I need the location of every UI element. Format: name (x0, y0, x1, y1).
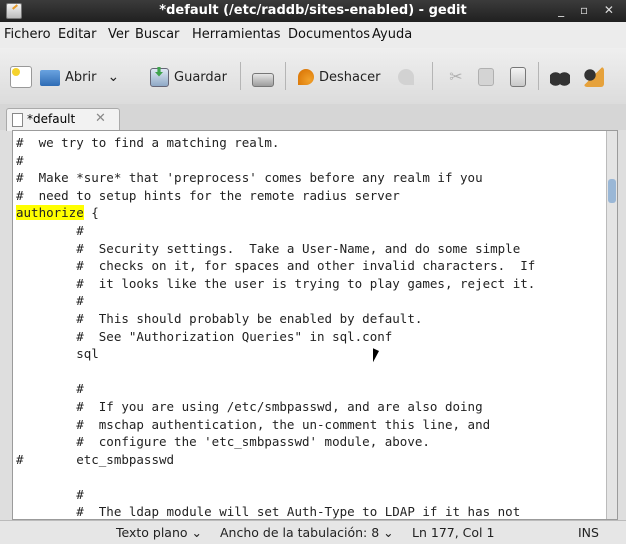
code-line[interactable]: # (16, 292, 535, 310)
window-title: *default (/etc/raddb/sites-enabled) - ge… (159, 3, 467, 18)
insert-mode: INS (578, 525, 599, 540)
code-line[interactable]: # Make *sure* that 'preprocess' comes be… (16, 169, 535, 187)
clipboard-icon (510, 67, 526, 87)
syntax-mode-selector[interactable]: Texto plano ⌄ (116, 525, 202, 540)
window-controls[interactable]: _ ▫ ✕ (558, 3, 620, 17)
code-line[interactable]: # (16, 380, 535, 398)
copy-button[interactable] (478, 65, 494, 89)
new-button[interactable] (10, 65, 32, 89)
undo-button[interactable]: Deshacer (298, 65, 380, 89)
code-line[interactable] (16, 468, 535, 486)
code-line[interactable]: # configure the 'etc_smbpasswd' module, … (16, 433, 535, 451)
menu-ayuda[interactable]: Ayuda (372, 27, 412, 42)
tab-label: *default (27, 112, 76, 126)
save-label: Guardar (174, 69, 227, 85)
close-tab-icon[interactable]: ✕ (95, 111, 106, 126)
scrollbar-thumb[interactable] (608, 179, 616, 203)
copy-icon (478, 68, 494, 86)
menu-documentos[interactable]: Documentos (288, 27, 370, 42)
code-line[interactable]: # (16, 152, 535, 170)
toolbar: Abrir ⌄ Guardar Deshacer ✂ (0, 48, 626, 105)
code-line[interactable]: # need to setup hints for the remote rad… (16, 187, 535, 205)
code-line[interactable]: # etc_smbpasswd (16, 451, 535, 469)
vertical-scrollbar[interactable] (606, 131, 617, 519)
toolbar-separator (240, 62, 241, 90)
menu-editar[interactable]: Editar (58, 27, 97, 42)
code-line[interactable]: authorize { (16, 204, 535, 222)
toolbar-separator (538, 62, 539, 90)
save-button[interactable]: Guardar (150, 65, 227, 89)
toolbar-separator (285, 62, 286, 90)
code-line[interactable]: # The ldap module will set Auth-Type to … (16, 503, 535, 519)
menu-herramientas[interactable]: Herramientas (192, 27, 281, 42)
toolbar-separator (432, 62, 433, 90)
menu-buscar[interactable]: Buscar (135, 27, 179, 42)
tab-width-selector[interactable]: Ancho de la tabulación: 8 ⌄ (220, 525, 394, 540)
save-icon (150, 66, 169, 87)
redo-button[interactable] (398, 65, 414, 89)
text-editor[interactable]: # we try to find a matching realm. # # Mak… (12, 130, 618, 520)
code-line[interactable]: # Security settings. Take a User-Name, a… (16, 240, 535, 258)
print-button[interactable] (252, 65, 274, 89)
code-line[interactable]: # (16, 222, 535, 240)
menu-fichero[interactable]: Fichero (4, 27, 51, 42)
menu-ver[interactable]: Ver (108, 27, 129, 42)
code-area[interactable]: # we try to find a matching realm. # # Mak… (16, 134, 535, 519)
code-line[interactable]: # checks on it, for spaces and other inv… (16, 257, 535, 275)
new-document-icon (10, 66, 32, 88)
code-line[interactable]: # See "Authorization Queries" in sql.con… (16, 328, 535, 346)
undo-arrow-icon (298, 69, 314, 85)
code-line[interactable]: # mschap authentication, the un-comment … (16, 416, 535, 434)
binoculars-icon (550, 67, 570, 87)
tab-bar: *default ✕ (0, 104, 626, 131)
find-button[interactable] (550, 65, 570, 89)
undo-label: Deshacer (319, 69, 381, 85)
cursor-position: Ln 177, Col 1 (412, 525, 495, 540)
search-highlight: authorize (16, 205, 84, 221)
code-line[interactable]: sql (16, 345, 535, 363)
open-folder-icon (40, 70, 60, 86)
open-button[interactable]: Abrir ⌄ (40, 65, 119, 89)
code-line[interactable]: # (16, 486, 535, 504)
scissors-icon: ✂ (449, 67, 463, 86)
status-bar: Texto plano ⌄ Ancho de la tabulación: 8 … (0, 520, 626, 544)
redo-arrow-icon (398, 69, 414, 85)
tab-default[interactable]: *default ✕ (6, 108, 120, 131)
menu-bar: Fichero Editar Ver Buscar Herramientas D… (0, 22, 626, 48)
title-bar: *default (/etc/raddb/sites-enabled) - ge… (0, 0, 626, 22)
code-line[interactable] (16, 363, 535, 381)
find-replace-button[interactable] (584, 65, 604, 89)
paste-button[interactable] (510, 65, 526, 89)
chevron-down-icon[interactable]: ⌄ (107, 69, 119, 85)
find-replace-icon (584, 67, 604, 87)
code-line[interactable]: # it looks like the user is trying to pl… (16, 275, 535, 293)
printer-icon (252, 73, 274, 87)
code-line[interactable]: # This should probably be enabled by def… (16, 310, 535, 328)
open-label: Abrir (65, 69, 97, 85)
document-icon (12, 113, 23, 127)
cut-button[interactable]: ✂ (446, 65, 466, 89)
code-line[interactable]: # we try to find a matching realm. (16, 134, 535, 152)
code-line[interactable]: # If you are using /etc/smbpasswd, and a… (16, 398, 535, 416)
